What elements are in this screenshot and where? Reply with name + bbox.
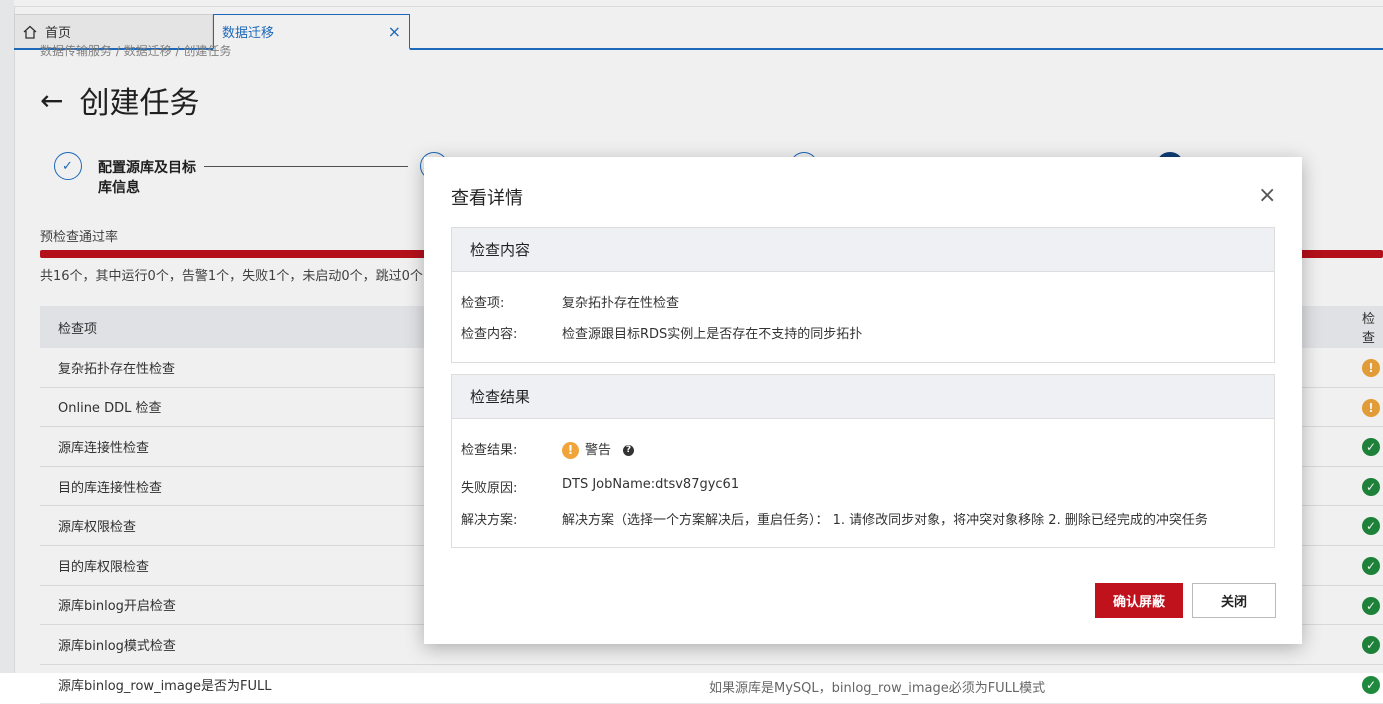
section-title: 检查内容 <box>452 228 1274 272</box>
detail-dialog: 查看详情 × 检查内容 检查项: 复杂拓扑存在性检查 检查内容: 检查源跟目标R… <box>424 157 1302 644</box>
check-item-label: 检查项: <box>461 296 505 311</box>
solution-value: 解决方案（选择一个方案解决后，重启任务）： 1. 请修改同步对象，将冲突对象移除… <box>562 513 1208 528</box>
close-icon[interactable]: × <box>1258 183 1276 208</box>
check-result-value-wrap: ! 警告? <box>562 439 635 459</box>
help-icon[interactable]: ? <box>623 445 635 456</box>
check-item-row: 检查项: 复杂拓扑存在性检查 <box>461 292 679 311</box>
check-result-row: 检查结果: ! 警告? <box>461 439 635 459</box>
warning-icon: ! <box>562 442 579 459</box>
check-result-section: 检查结果 检查结果: ! 警告? 失败原因: DTS JobName:dtsv87… <box>451 374 1275 548</box>
check-result-label: 检查结果: <box>461 443 518 458</box>
solution-label: 解决方案: <box>461 513 518 528</box>
check-item-value: 复杂拓扑存在性检查 <box>562 296 680 311</box>
row-name: 源库binlog_row_image是否为FULL <box>58 678 272 694</box>
success-check-icon: ✓ <box>1362 675 1380 694</box>
close-button[interactable]: 关闭 <box>1192 583 1276 618</box>
solution-row: 解决方案: 解决方案（选择一个方案解决后，重启任务）： 1. 请修改同步对象，将… <box>461 509 1208 528</box>
row-hint: 如果源库是MySQL，binlog_row_image必须为FULL模式 <box>709 680 1046 696</box>
check-content-label: 检查内容: <box>461 327 518 342</box>
fail-reason-label: 失败原因: <box>461 481 518 496</box>
check-result-value: 警告 <box>585 443 612 458</box>
check-content-section: 检查内容 检查项: 复杂拓扑存在性检查 检查内容: 检查源跟目标RDS实例上是否… <box>451 227 1275 363</box>
check-content-row: 检查内容: 检查源跟目标RDS实例上是否存在不支持的同步拓扑 <box>461 323 862 342</box>
fail-reason-value: DTS JobName:dtsv87gyc61 <box>562 477 740 492</box>
check-content-value: 检查源跟目标RDS实例上是否存在不支持的同步拓扑 <box>562 327 863 342</box>
section-title: 检查结果 <box>452 375 1274 419</box>
fail-reason-row: 失败原因: DTS JobName:dtsv87gyc61 <box>461 477 739 496</box>
confirm-mask-button[interactable]: 确认屏蔽 <box>1095 583 1183 618</box>
dialog-title: 查看详情 <box>451 188 523 209</box>
